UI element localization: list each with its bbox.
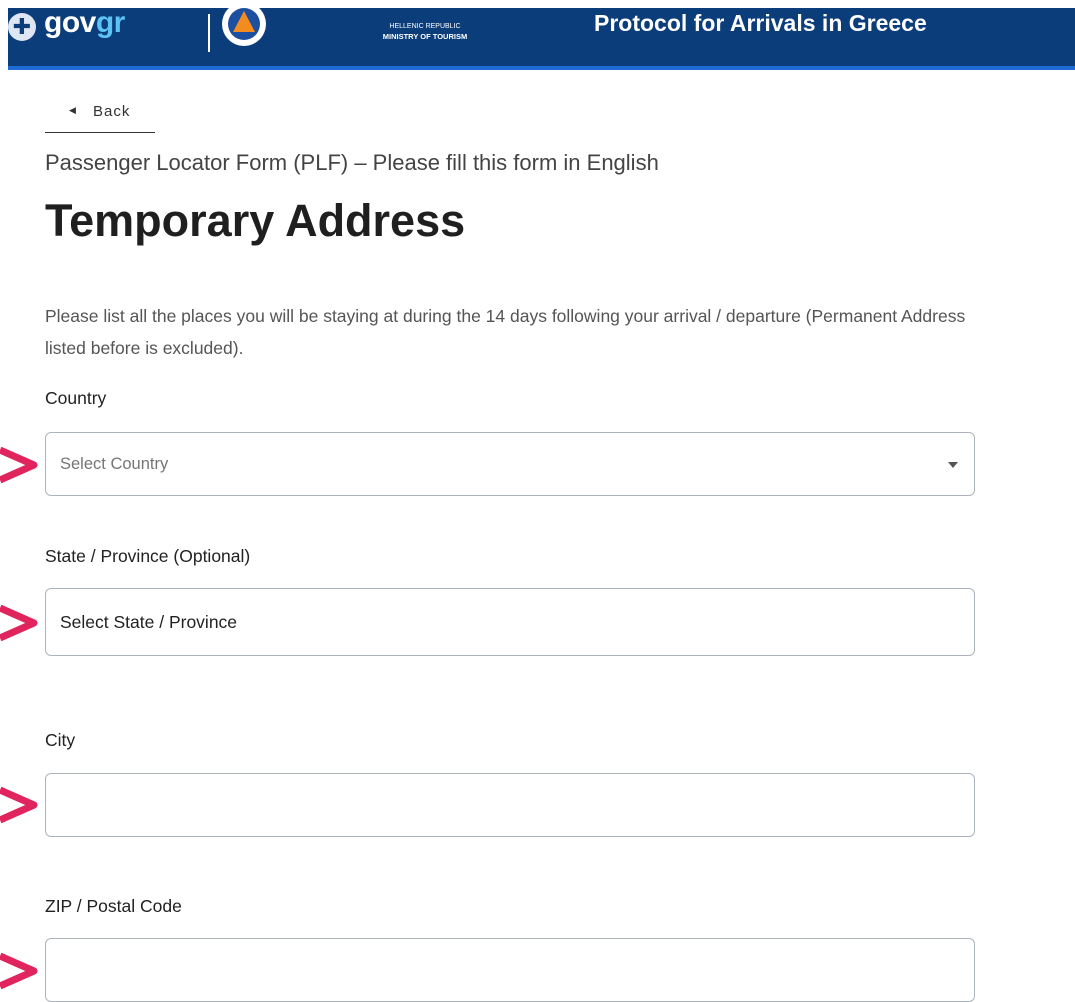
red-arrow-icon bbox=[0, 786, 38, 824]
ministry-line1: HELLENIC REPUBLIC bbox=[389, 23, 461, 30]
ministry-of-tourism-logo[interactable]: HELLENIC REPUBLIC MINISTRY OF TOURISM bbox=[365, 22, 485, 42]
city-label: City bbox=[45, 730, 76, 750]
back-label: Back bbox=[93, 103, 131, 120]
caret-left-icon: ◀ bbox=[69, 105, 76, 115]
back-button[interactable]: ◀ Back bbox=[45, 100, 155, 133]
form-subtitle: Passenger Locator Form (PLF) – Please fi… bbox=[45, 150, 659, 175]
red-arrow-icon bbox=[0, 604, 38, 642]
city-input[interactable] bbox=[45, 773, 975, 837]
header-divider bbox=[208, 14, 210, 52]
country-label: Country bbox=[45, 388, 107, 408]
logo-gov-text: gov bbox=[44, 6, 96, 39]
page-title: Temporary Address bbox=[45, 195, 466, 246]
page-description: Please list all the places you will be s… bbox=[45, 306, 966, 358]
dropdown-caret-icon bbox=[948, 462, 958, 468]
country-placeholder: Select Country bbox=[60, 454, 169, 473]
govgr-logo[interactable]: govgr bbox=[44, 6, 125, 40]
ministry-line2: MINISTRY OF TOURISM bbox=[382, 32, 468, 41]
logo-gr-text: gr bbox=[95, 6, 126, 39]
greek-emblem-icon[interactable]: ✚ bbox=[8, 13, 36, 41]
state-province-input[interactable] bbox=[45, 588, 975, 656]
zip-postal-code-input[interactable] bbox=[45, 938, 975, 1002]
civil-protection-logo-icon[interactable] bbox=[220, 8, 268, 48]
red-arrow-icon bbox=[0, 446, 38, 484]
state-label: State / Province (Optional) bbox=[45, 546, 251, 566]
site-header: ✚ govgr HELLENIC REPUBLIC MINISTRY OF TO… bbox=[8, 6, 1075, 70]
header-title: Protocol for Arrivals in Greece bbox=[594, 10, 927, 36]
zip-label: ZIP / Postal Code bbox=[45, 896, 182, 916]
country-select[interactable]: Select Country bbox=[45, 432, 975, 496]
red-arrow-icon bbox=[0, 952, 38, 990]
